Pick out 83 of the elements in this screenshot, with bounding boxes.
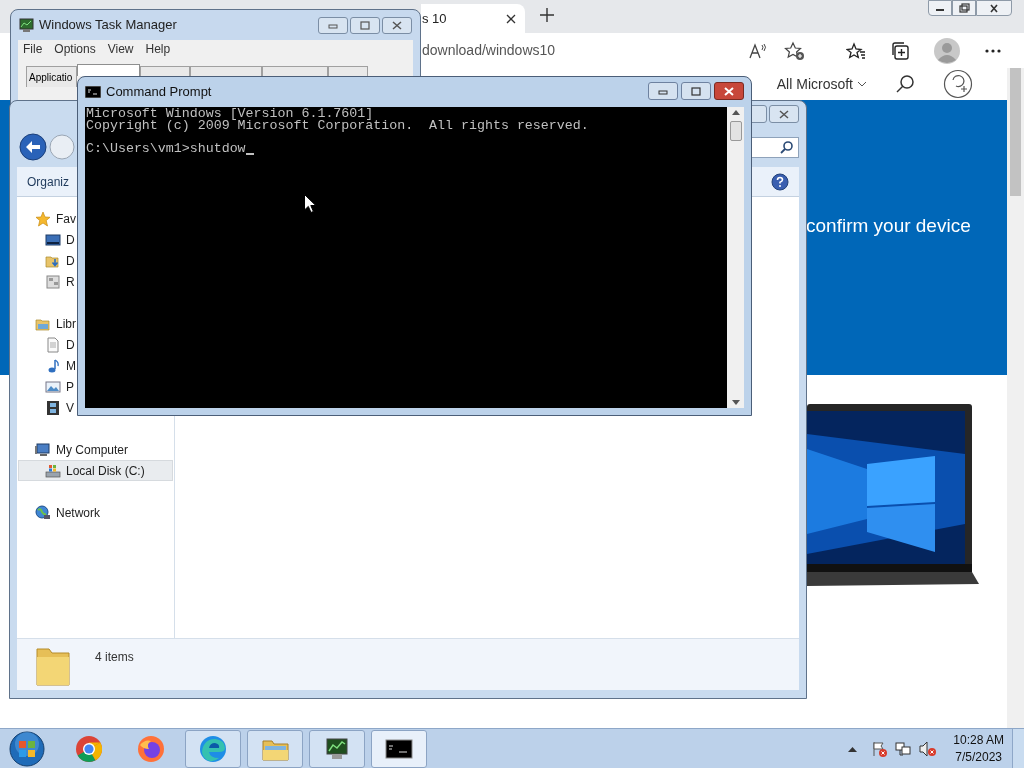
- network-icon[interactable]: [895, 740, 912, 757]
- nav-item[interactable]: Network: [18, 502, 101, 523]
- window-title: Command Prompt: [106, 83, 213, 102]
- mouse-pointer-icon: [304, 194, 316, 213]
- console[interactable]: Microsoft Windows [Version 6.1.7601] Copyright (c) 2009 Microsoft Corporation. All rights reserved. C:\Users\vm1>shutdow: [85, 107, 727, 408]
- menu-item[interactable]: File: [23, 40, 43, 58]
- nav-item[interactable]: Local Disk (C:): [18, 460, 173, 481]
- minimize-button[interactable]: [648, 82, 678, 100]
- chevron-down-icon: [857, 81, 867, 87]
- chrome-icon: [75, 734, 103, 763]
- collections-icon[interactable]: [890, 40, 910, 61]
- flag-icon[interactable]: [871, 740, 888, 757]
- nav-item[interactable]: D: [18, 229, 76, 250]
- browser-tab[interactable]: s 10: [421, 4, 525, 33]
- close-icon[interactable]: [391, 19, 403, 31]
- scroll-thumb[interactable]: [729, 121, 742, 141]
- monitor-icon: [18, 17, 34, 33]
- scrollbar[interactable]: [1007, 68, 1024, 728]
- menu-item[interactable]: View: [107, 40, 134, 58]
- close-icon[interactable]: [505, 12, 517, 25]
- console-line: Microsoft Windows [Version 6.1.7601]: [86, 108, 374, 120]
- search-field[interactable]: [751, 136, 799, 158]
- taskbar-button[interactable]: [371, 729, 427, 768]
- read-aloud-icon[interactable]: [748, 41, 768, 60]
- close-icon[interactable]: [778, 108, 790, 120]
- tab[interactable]: Applicatio: [26, 66, 77, 87]
- nav-item[interactable]: Libr: [18, 313, 77, 334]
- scroll-up-icon[interactable]: [731, 110, 740, 115]
- pictures-icon: [45, 378, 61, 395]
- maximize-icon[interactable]: [690, 85, 702, 97]
- taskbar-button[interactable]: [309, 729, 365, 768]
- organize-button[interactable]: Organiz: [27, 172, 70, 191]
- maximize-button[interactable]: [350, 16, 380, 34]
- new-tab-icon[interactable]: [539, 7, 555, 23]
- network-icon: [35, 504, 51, 521]
- edge-icon: [199, 734, 227, 763]
- nav-item[interactable]: D: [18, 250, 76, 271]
- disk-icon: [45, 462, 61, 479]
- videos-icon: [45, 399, 61, 416]
- minimize-button[interactable]: [318, 16, 348, 34]
- firefox-icon: [137, 734, 165, 763]
- maximize-icon[interactable]: [359, 19, 371, 31]
- help-icon[interactable]: [771, 172, 789, 191]
- clock[interactable]: 10:28 AM 7/5/2023: [953, 731, 1004, 766]
- show-hidden-icons-icon[interactable]: [848, 745, 858, 752]
- close-button[interactable]: [769, 105, 799, 123]
- desktop-icon: [45, 231, 61, 248]
- back-icon[interactable]: [19, 133, 47, 161]
- profile-icon[interactable]: [934, 37, 960, 64]
- text-cursor: [245, 153, 254, 155]
- item-count: 4 items: [95, 649, 134, 666]
- menu-item[interactable]: Help: [145, 40, 171, 58]
- favorites-icon[interactable]: [846, 41, 866, 60]
- console-icon: [85, 86, 101, 98]
- close-button[interactable]: [714, 82, 744, 100]
- banner-heading: confirm your device: [806, 213, 971, 238]
- more-icon[interactable]: [984, 47, 1002, 54]
- add-favorite-icon[interactable]: [784, 40, 806, 61]
- console-line: Copyright (c) 2009 Microsoft Corporation. All rights reserved.: [86, 120, 590, 132]
- console-line: C:\Users\vm1>shutdow: [86, 143, 246, 155]
- scrollbar[interactable]: [727, 107, 744, 408]
- computer-icon: [35, 441, 51, 458]
- close-button[interactable]: [382, 16, 412, 34]
- nav-item[interactable]: P: [18, 376, 75, 397]
- start-button[interactable]: [9, 730, 45, 767]
- recent-icon: [45, 273, 61, 290]
- menu-item[interactable]: Options: [54, 40, 96, 58]
- nav-item[interactable]: V: [18, 397, 75, 418]
- nav-item[interactable]: Fav: [18, 208, 77, 229]
- speaker-muted-icon[interactable]: [919, 740, 938, 757]
- documents-icon: [45, 336, 61, 353]
- nav-item[interactable]: My Computer: [18, 439, 130, 460]
- tab[interactable]: [77, 64, 140, 76]
- all-microsoft-menu[interactable]: All Microsoft: [776, 73, 867, 95]
- search-icon[interactable]: [780, 140, 794, 154]
- nav-item[interactable]: M: [18, 355, 77, 376]
- window-title: Windows Task Manager: [39, 16, 178, 35]
- star-icon: [35, 210, 51, 227]
- scroll-down-icon[interactable]: [731, 400, 740, 405]
- account-icon[interactable]: [943, 69, 973, 99]
- nav-item[interactable]: D: [18, 334, 76, 355]
- nav-item[interactable]: R: [18, 271, 76, 292]
- search-icon[interactable]: [895, 74, 915, 94]
